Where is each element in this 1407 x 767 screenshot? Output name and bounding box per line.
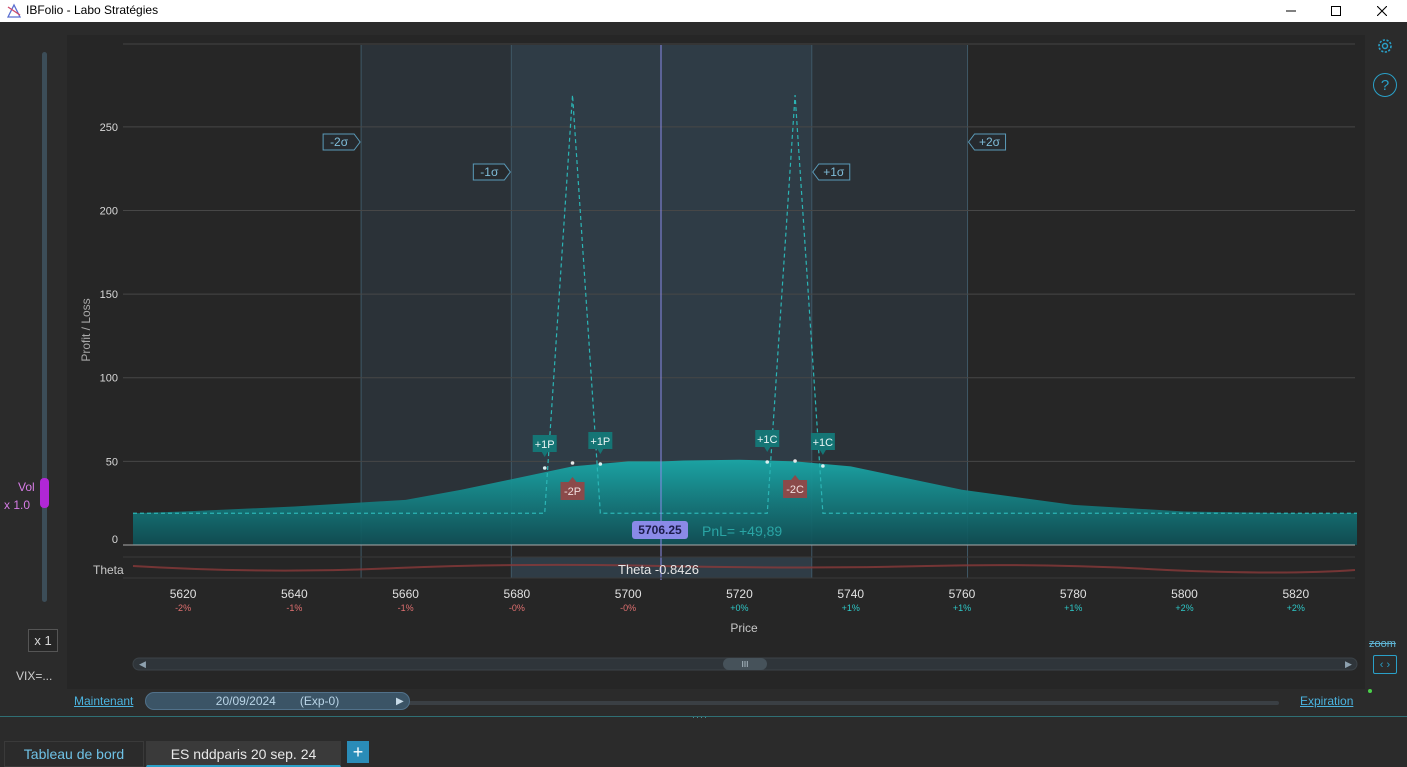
sigma-tag-minus2: -2σ bbox=[330, 135, 349, 149]
leg-long-put-2-dot bbox=[598, 462, 603, 466]
sigma-tag-plus2: +2σ bbox=[979, 135, 1001, 149]
scroll-right-icon[interactable]: ▶ bbox=[1345, 659, 1352, 669]
tab-dashboard[interactable]: Tableau de bord bbox=[4, 741, 144, 767]
window-titlebar: IBFolio - Labo Stratégies bbox=[0, 0, 1407, 22]
minimize-icon bbox=[1286, 10, 1296, 12]
slider-play-icon[interactable]: ▶ bbox=[396, 696, 404, 707]
zoom-arrows-icon: ‹ › bbox=[1379, 658, 1391, 671]
x-tick-pct: -1% bbox=[398, 603, 414, 613]
slider-date: 20/09/2024 bbox=[215, 694, 276, 708]
sigma-2-band-left bbox=[361, 45, 512, 545]
maximize-button[interactable] bbox=[1313, 0, 1359, 22]
sigma-tag-minus1: -1σ bbox=[480, 165, 499, 179]
leg-short-put: -2P bbox=[564, 486, 581, 498]
theta-readout: Theta -0.8426 bbox=[618, 562, 699, 577]
leg-long-call-2: +1C bbox=[813, 437, 834, 449]
leg-long-put-1: +1P bbox=[535, 439, 555, 451]
minimize-button[interactable] bbox=[1268, 0, 1314, 22]
x-tick-pct: +1% bbox=[953, 603, 971, 613]
vol-multiplier: x 1.0 bbox=[4, 498, 31, 512]
leg-short-call: -2C bbox=[786, 484, 804, 496]
x-tick-price: 5720 bbox=[726, 587, 753, 601]
sigma-tag-plus1: +1σ bbox=[823, 165, 845, 179]
x-tick-pct: +1% bbox=[842, 603, 860, 613]
app-logo-icon bbox=[6, 3, 22, 18]
now-link[interactable]: Maintenant bbox=[74, 694, 133, 708]
date-slider-thumb[interactable]: 20/09/2024 (Exp-0) bbox=[145, 692, 410, 710]
x1-button[interactable]: x 1 bbox=[28, 629, 58, 652]
x-tick-price: 5680 bbox=[504, 587, 531, 601]
x-tick-pct: +0% bbox=[730, 603, 748, 613]
x-tick-pct: +2% bbox=[1175, 603, 1193, 613]
vix-label: VIX=... bbox=[16, 669, 53, 683]
y-tick-label: 100 bbox=[100, 373, 118, 385]
payoff-chart[interactable]: 250 200 150 100 50 0 Profit / Loss -2σ -1σ +1σ +… bbox=[67, 35, 1365, 689]
tab-strategy[interactable]: ES nddparis 20 sep. 24 bbox=[146, 741, 341, 767]
x-tick-price: 5740 bbox=[837, 587, 864, 601]
theta-row-label: Theta bbox=[93, 563, 124, 577]
x-tick-price: 5820 bbox=[1282, 587, 1309, 601]
y-tick-label: 50 bbox=[106, 456, 118, 468]
leg-short-call-dot bbox=[793, 459, 797, 463]
payoff-chart-panel: 250 200 150 100 50 0 Profit / Loss -2σ -1σ +1σ +… bbox=[67, 35, 1365, 689]
leg-long-call-1: +1C bbox=[757, 434, 778, 446]
leg-short-put-dot bbox=[570, 461, 575, 465]
x-tick-price: 5780 bbox=[1060, 587, 1087, 601]
x-axis-label: Price bbox=[730, 621, 758, 635]
zoom-label: zoom bbox=[1369, 638, 1396, 650]
vol-label: Vol bbox=[18, 480, 35, 494]
x-tick-pct: -0% bbox=[509, 603, 525, 613]
leg-long-put-1-dot bbox=[542, 466, 547, 470]
scrollbar-grip-icon: III bbox=[742, 660, 749, 669]
leg-long-call-2-dot bbox=[821, 464, 825, 468]
y-axis-label: Profit / Loss bbox=[79, 298, 93, 361]
y-tick-label: 200 bbox=[100, 205, 118, 217]
x-tick-price: 5760 bbox=[949, 587, 976, 601]
y-tick-label: 250 bbox=[100, 122, 118, 134]
vol-slider-thumb[interactable] bbox=[40, 478, 49, 508]
scroll-left-icon[interactable]: ◀ bbox=[139, 659, 146, 669]
tab-bar: Tableau de bord ES nddparis 20 sep. 24 bbox=[0, 736, 1407, 767]
close-icon bbox=[1377, 6, 1387, 16]
pnl-readout: PnL= +49,89 bbox=[702, 523, 782, 539]
x-tick-pct: -2% bbox=[175, 603, 191, 613]
x-tick-price: 5640 bbox=[281, 587, 308, 601]
y-tick-label: 150 bbox=[100, 289, 118, 301]
x-tick-price: 5800 bbox=[1171, 587, 1198, 601]
vol-slider-track[interactable] bbox=[42, 52, 47, 602]
x-tick-price: 5620 bbox=[170, 587, 197, 601]
x-tick-pct: +1% bbox=[1064, 603, 1082, 613]
status-indicator bbox=[1368, 689, 1372, 693]
leg-long-put-2: +1P bbox=[590, 436, 610, 448]
gear-icon[interactable] bbox=[1375, 36, 1395, 56]
add-tab-button[interactable]: + bbox=[347, 741, 369, 763]
x-tick-pct: +2% bbox=[1287, 603, 1305, 613]
x-axis-ticks: 5620 -2% 5640 -1% 5660 -1% 5680 -0% 5700 -0% 5720 +… bbox=[170, 587, 1310, 613]
window-title: IBFolio - Labo Stratégies bbox=[26, 3, 159, 17]
cursor-price: 5706.25 bbox=[638, 523, 682, 537]
maximize-icon bbox=[1331, 6, 1341, 16]
slider-exp: (Exp-0) bbox=[299, 694, 340, 708]
x-tick-price: 5660 bbox=[392, 587, 419, 601]
x-tick-price: 5700 bbox=[615, 587, 642, 601]
x-tick-pct: -1% bbox=[286, 603, 302, 613]
close-button[interactable] bbox=[1359, 0, 1405, 22]
y-tick-label: 0 bbox=[112, 534, 118, 546]
resize-grip-icon[interactable]: ···· bbox=[692, 712, 708, 722]
y-axis-ticks: 250 200 150 100 50 0 bbox=[100, 122, 118, 546]
leg-long-call-1-dot bbox=[765, 460, 770, 464]
x-tick-pct: -0% bbox=[620, 603, 636, 613]
help-button[interactable]: ? bbox=[1373, 73, 1397, 97]
zoom-button[interactable]: ‹ › bbox=[1373, 655, 1397, 674]
expiration-link[interactable]: Expiration bbox=[1300, 694, 1353, 708]
